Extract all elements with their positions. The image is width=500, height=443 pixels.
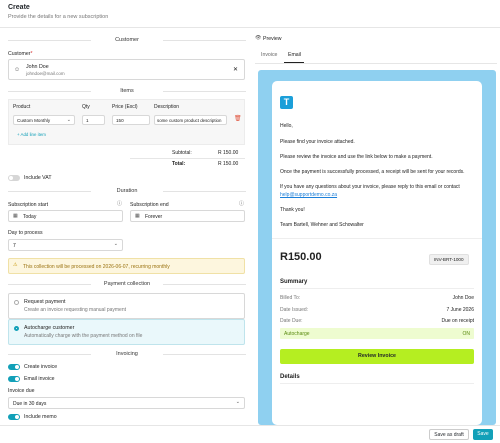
subtotal-label: Subtotal: xyxy=(172,150,192,156)
vat-toggle[interactable] xyxy=(8,175,20,181)
items-table: Product Qty Price (Excl) Description Cus… xyxy=(8,99,245,145)
summary-heading: Summary xyxy=(280,279,308,285)
chevron-down-icon: ⌄ xyxy=(66,117,71,123)
divider xyxy=(280,383,474,384)
issued-label: Date Issued: xyxy=(280,307,309,313)
section-customer: Customer xyxy=(8,37,246,43)
page-subtitle: Provide the details for a new subscripti… xyxy=(8,14,109,20)
email-greeting: Hello, xyxy=(280,123,293,129)
page-header: Create Provide the details for a new sub… xyxy=(0,0,500,28)
divider xyxy=(130,158,245,159)
info-icon: ⓘ xyxy=(239,201,245,207)
email-invoice-toggle[interactable] xyxy=(8,376,20,382)
create-invoice-label: Create invoice xyxy=(24,364,58,370)
email-p4: If you have any questions about your inv… xyxy=(280,184,460,190)
save-draft-button[interactable]: Save as draft xyxy=(429,429,469,440)
save-button[interactable]: Save xyxy=(473,429,493,440)
col-description: Description xyxy=(154,104,180,110)
radio-icon xyxy=(14,300,19,305)
notice-text: This collection will be processed on 202… xyxy=(23,264,170,270)
col-qty: Qty xyxy=(82,104,90,110)
calendar-icon: ▦ xyxy=(13,213,18,219)
customer-label: Customer* xyxy=(8,51,33,57)
invoice-amount: R150.00 xyxy=(280,251,322,263)
details-heading: Details xyxy=(280,374,300,380)
preview-title: Preview xyxy=(263,36,282,42)
autocharge-row: Autocharge ON xyxy=(280,328,474,339)
option-autocharge[interactable]: Autocharge customer Automatically charge… xyxy=(8,319,245,345)
divider xyxy=(280,288,474,289)
issued-value: 7 June 2026 xyxy=(446,307,474,313)
start-input[interactable]: ▦ Today xyxy=(8,210,123,222)
clear-icon[interactable]: ✕ xyxy=(233,67,238,73)
divider xyxy=(272,238,482,239)
section-items: Items xyxy=(8,88,246,94)
option-request-payment[interactable]: Request payment Create an invoice reques… xyxy=(8,293,245,319)
invoice-due-label: Invoice due xyxy=(8,388,35,394)
billed-to-label: Billed To: xyxy=(280,295,301,301)
section-duration: Duration xyxy=(8,188,246,194)
email-p1: Please find your invoice attached. xyxy=(280,139,355,145)
email-card: T Hello, Please find your invoice attach… xyxy=(272,81,482,425)
memo-toggle[interactable] xyxy=(8,414,20,420)
tab-invoice[interactable]: Invoice xyxy=(261,52,277,58)
start-label: Subscription start xyxy=(8,202,49,208)
add-line-item-link[interactable]: + Add line item xyxy=(17,132,46,137)
email-invoice-label: Email invoice xyxy=(24,376,55,382)
qty-input[interactable]: 1 xyxy=(82,115,105,125)
product-select[interactable]: Custom Monthly ⌄ xyxy=(13,115,75,125)
info-icon: ⓘ xyxy=(117,201,123,207)
brand-logo-icon: T xyxy=(280,96,293,109)
tab-divider xyxy=(255,63,497,64)
memo-label: Include memo xyxy=(24,414,57,420)
eye-icon: 👁 xyxy=(255,35,262,41)
col-price: Price (Excl) xyxy=(112,104,138,110)
radio-selected-icon xyxy=(14,326,19,331)
email-p3: Once the payment is successfully process… xyxy=(280,169,465,175)
due-value: Due on receipt xyxy=(441,318,474,324)
description-input[interactable]: some custom product description xyxy=(154,115,227,125)
warning-icon: ⚠ xyxy=(13,262,18,268)
form-panel: Customer Customer* ☺ John Doe johndoe@ma… xyxy=(0,29,252,425)
due-label: Date Due: xyxy=(280,318,303,324)
page-title: Create xyxy=(8,4,30,11)
email-p2: Please review the invoice and use the li… xyxy=(280,154,433,160)
vat-label: Include VAT xyxy=(24,175,52,181)
user-icon: ☺ xyxy=(14,67,21,73)
col-product: Product xyxy=(13,104,31,110)
total-label: Total: xyxy=(172,161,186,167)
email-preview-bg: T Hello, Please find your invoice attach… xyxy=(258,70,496,425)
email-thanks: Thank you! xyxy=(280,207,305,213)
footer-bar: Save as draft Save xyxy=(0,425,500,443)
invoice-number-badge: INV-BRT-1000 xyxy=(429,254,469,265)
chevron-down-icon: ⌄ xyxy=(113,241,118,247)
customer-name: John Doe xyxy=(26,64,49,70)
customer-email: johndoe@mail.com xyxy=(26,71,65,76)
preview-panel: 👁 Preview Invoice Email T Hello, Please … xyxy=(252,29,500,425)
chevron-down-icon: ⌄ xyxy=(235,399,240,405)
invoice-due-select[interactable]: Due in 30 days ⌄ xyxy=(8,397,245,409)
billed-to-value: John Doe xyxy=(452,295,474,301)
day-label: Day to process xyxy=(8,230,43,236)
review-invoice-button[interactable]: Review Invoice xyxy=(280,349,474,364)
support-email-link[interactable]: help@supportdemo.co.za xyxy=(280,192,337,198)
total-value: R 150.00 xyxy=(218,161,239,167)
section-payment: Payment collection xyxy=(8,281,246,287)
email-team: Team Bartell, Wehner and Schowalter xyxy=(280,222,364,228)
day-select[interactable]: 7 ⌄ xyxy=(8,239,123,251)
customer-select[interactable]: ☺ John Doe johndoe@mail.com ✕ xyxy=(8,59,245,80)
tab-email[interactable]: Email xyxy=(288,52,301,58)
end-input[interactable]: ▦ Forever xyxy=(130,210,245,222)
price-input[interactable]: 150 xyxy=(112,115,150,125)
subtotal-value: R 150.00 xyxy=(218,150,239,156)
create-invoice-toggle[interactable] xyxy=(8,364,20,370)
notice-banner: ⚠ This collection will be processed on 2… xyxy=(8,258,245,274)
calendar-icon: ▦ xyxy=(135,213,140,219)
section-invoicing: Invoicing xyxy=(8,351,246,357)
end-label: Subscription end xyxy=(130,202,169,208)
trash-icon[interactable]: 🗑 xyxy=(234,116,242,122)
